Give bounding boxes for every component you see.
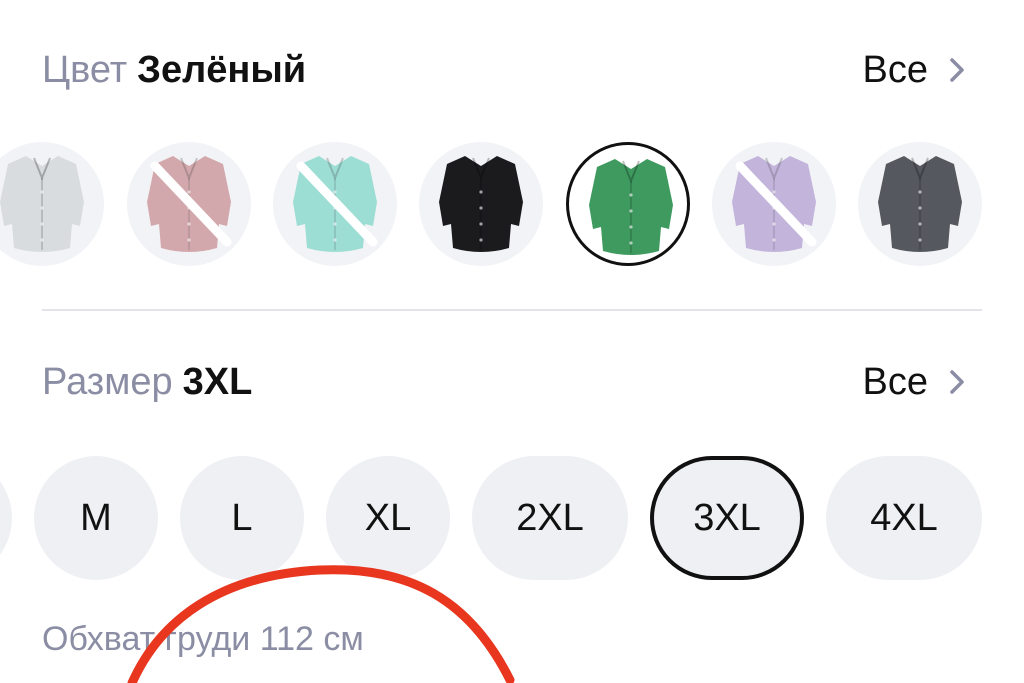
size-header: Размер 3XL Все bbox=[42, 352, 972, 412]
shirt-icon bbox=[732, 156, 817, 252]
selected-color-value: Зелёный bbox=[137, 49, 307, 91]
size-chip-list: S M L XL 2XL 3XL 4XL bbox=[0, 456, 1024, 580]
color-key: Цвет bbox=[42, 49, 128, 91]
chest-measurement: Обхват груди 112 см bbox=[42, 620, 364, 658]
product-options-page: ЦветЗелёный Все Размер3XL Все SMLXL2XL3X… bbox=[0, 0, 1024, 683]
chevron-right-icon bbox=[950, 58, 964, 82]
color-swatch[interactable] bbox=[712, 142, 836, 266]
size-chip-xl[interactable]: XL bbox=[326, 456, 450, 580]
shirt-icon bbox=[293, 156, 378, 252]
shirt-icon bbox=[147, 156, 232, 252]
size-chip-label: 2XL bbox=[516, 496, 584, 539]
size-chip-label: 3XL bbox=[693, 496, 761, 539]
size-chip-3xl[interactable]: 3XL bbox=[650, 456, 804, 580]
size-chip-label: L bbox=[231, 496, 253, 539]
size-chip-m[interactable]: M bbox=[34, 456, 158, 580]
color-header: Цвет Зелёный Все bbox=[42, 40, 972, 100]
color-swatch[interactable] bbox=[273, 142, 397, 266]
size-label: Размер 3XL bbox=[42, 352, 252, 412]
shirt-icon bbox=[878, 156, 962, 252]
section-divider bbox=[42, 309, 982, 311]
color-swatch[interactable] bbox=[419, 142, 543, 266]
size-chip-4xl[interactable]: 4XL bbox=[826, 456, 982, 580]
color-all-link[interactable]: Все bbox=[863, 40, 972, 100]
size-all-label: Все bbox=[862, 360, 928, 403]
color-swatch[interactable] bbox=[566, 142, 690, 266]
size-chip-label: M bbox=[80, 496, 112, 539]
shirt-icon bbox=[439, 156, 523, 252]
color-all-label: Все bbox=[862, 48, 928, 91]
color-label: Цвет Зелёный bbox=[42, 40, 306, 100]
shirt-icon bbox=[589, 159, 673, 255]
size-chip-label: XL bbox=[364, 496, 412, 539]
selected-size-value: 3XL bbox=[182, 361, 253, 403]
size-chip-2xl[interactable]: 2XL bbox=[472, 456, 628, 580]
color-swatch-list bbox=[0, 142, 1024, 272]
size-chip-l[interactable]: L bbox=[180, 456, 304, 580]
color-swatch[interactable] bbox=[858, 142, 982, 266]
size-chip-s[interactable]: S bbox=[0, 456, 12, 580]
chevron-right-icon bbox=[950, 370, 964, 394]
red-annotation-arc bbox=[127, 565, 515, 683]
color-swatch[interactable] bbox=[127, 142, 251, 266]
size-all-link[interactable]: Все bbox=[863, 352, 972, 412]
size-key: Размер bbox=[42, 361, 173, 403]
size-chip-label: 4XL bbox=[870, 496, 938, 539]
shirt-icon bbox=[0, 156, 84, 252]
color-swatch[interactable] bbox=[0, 142, 104, 266]
